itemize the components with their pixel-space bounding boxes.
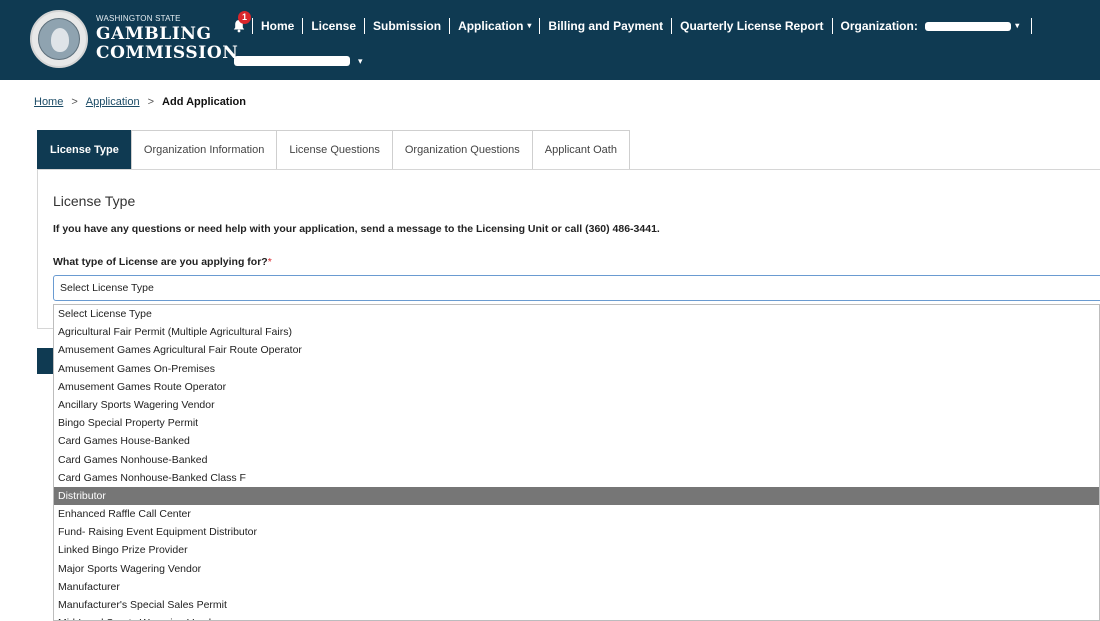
- tab-license-type[interactable]: License Type: [37, 130, 132, 169]
- nav-quarterly-license-report[interactable]: Quarterly License Report: [671, 18, 831, 34]
- user-menu-chevron-icon[interactable]: ▾: [358, 56, 363, 67]
- license-type-select[interactable]: Select License Type: [53, 275, 1100, 301]
- license-type-option[interactable]: Card Games Nonhouse-Banked: [54, 451, 1099, 469]
- nav-billing-and-payment[interactable]: Billing and Payment: [539, 18, 671, 34]
- license-type-option[interactable]: Amusement Games Route Operator: [54, 378, 1099, 396]
- site-header: WASHINGTON STATE GAMBLING COMMISSION ▾ 1…: [0, 0, 1100, 80]
- required-marker: *: [267, 256, 272, 268]
- license-type-options-list: Select License Type Agricultural Fair Per…: [53, 304, 1100, 621]
- breadcrumb-separator: >: [71, 96, 78, 108]
- chevron-down-icon: ▾: [1015, 21, 1020, 31]
- license-type-option[interactable]: Amusement Games Agricultural Fair Route …: [54, 341, 1099, 359]
- redacted-organization-name: [925, 21, 1012, 31]
- license-type-option[interactable]: Amusement Games On-Premises: [54, 360, 1099, 378]
- redacted-user-name: [234, 56, 350, 66]
- tab-organization-information[interactable]: Organization Information: [130, 130, 278, 169]
- main-nav: 1 Home License Submission Application ▾ B…: [232, 11, 1033, 35]
- license-type-option[interactable]: Enhanced Raffle Call Center: [54, 505, 1099, 523]
- breadcrumb-current: Add Application: [162, 96, 246, 108]
- tab-license-questions[interactable]: License Questions: [276, 130, 393, 169]
- license-type-option[interactable]: Card Games House-Banked: [54, 432, 1099, 450]
- chevron-down-icon: ▾: [527, 21, 532, 31]
- section-title: License Type: [53, 193, 136, 209]
- logo-title-line1: GAMBLING: [96, 24, 212, 44]
- license-type-question: What type of License are you applying fo…: [53, 256, 272, 268]
- license-type-option[interactable]: Manufacturer: [54, 578, 1099, 596]
- nav-organization[interactable]: Organization: ▾: [831, 17, 1028, 35]
- license-type-option[interactable]: Agricultural Fair Permit (Multiple Agric…: [54, 323, 1099, 341]
- license-type-option[interactable]: Linked Bingo Prize Provider: [54, 541, 1099, 559]
- license-type-option[interactable]: Distributor: [54, 486, 1099, 506]
- breadcrumb-application[interactable]: Application: [86, 96, 140, 108]
- nav-license[interactable]: License: [302, 18, 364, 34]
- help-text: If you have any questions or need help w…: [53, 223, 660, 235]
- logo-title-line2: COMMISSION: [96, 43, 239, 63]
- seal-portrait: [51, 28, 69, 52]
- breadcrumb: Home > Application > Add Application: [34, 96, 246, 108]
- license-type-option[interactable]: Select License Type: [54, 305, 1099, 323]
- tab-applicant-oath[interactable]: Applicant Oath: [531, 130, 630, 169]
- license-type-option[interactable]: Mid-Level Sports Wagering Vendor: [54, 614, 1099, 620]
- nav-divider: [1031, 18, 1033, 34]
- logo-title[interactable]: GAMBLING COMMISSION: [96, 25, 238, 63]
- breadcrumb-separator: >: [147, 96, 155, 108]
- license-type-option[interactable]: Major Sports Wagering Vendor: [54, 560, 1099, 578]
- license-type-option[interactable]: Ancillary Sports Wagering Vendor: [54, 396, 1099, 414]
- nav-organization-label: Organization:: [840, 18, 918, 33]
- application-tabs: License Type Organization Information Li…: [37, 130, 630, 169]
- notification-bell-icon[interactable]: 1: [232, 11, 251, 33]
- state-seal-logo[interactable]: [30, 10, 88, 68]
- license-type-option[interactable]: Bingo Special Property Permit: [54, 414, 1099, 432]
- tab-organization-questions[interactable]: Organization Questions: [391, 130, 533, 169]
- nav-home[interactable]: Home: [252, 18, 302, 34]
- breadcrumb-home[interactable]: Home: [34, 96, 63, 108]
- question-text: What type of License are you applying fo…: [53, 256, 268, 268]
- license-type-option[interactable]: Fund- Raising Event Equipment Distributo…: [54, 523, 1099, 541]
- logo-subtitle: WASHINGTON STATE: [96, 14, 181, 23]
- nav-application[interactable]: Application ▾: [449, 17, 539, 35]
- seal-inner: [38, 18, 80, 60]
- license-type-option[interactable]: Manufacturer's Special Sales Permit: [54, 596, 1099, 614]
- license-type-option[interactable]: Card Games Nonhouse-Banked Class F: [54, 469, 1099, 487]
- nav-submission[interactable]: Submission: [364, 18, 449, 34]
- nav-application-label: Application: [458, 18, 524, 33]
- notification-count-badge: 1: [238, 11, 251, 24]
